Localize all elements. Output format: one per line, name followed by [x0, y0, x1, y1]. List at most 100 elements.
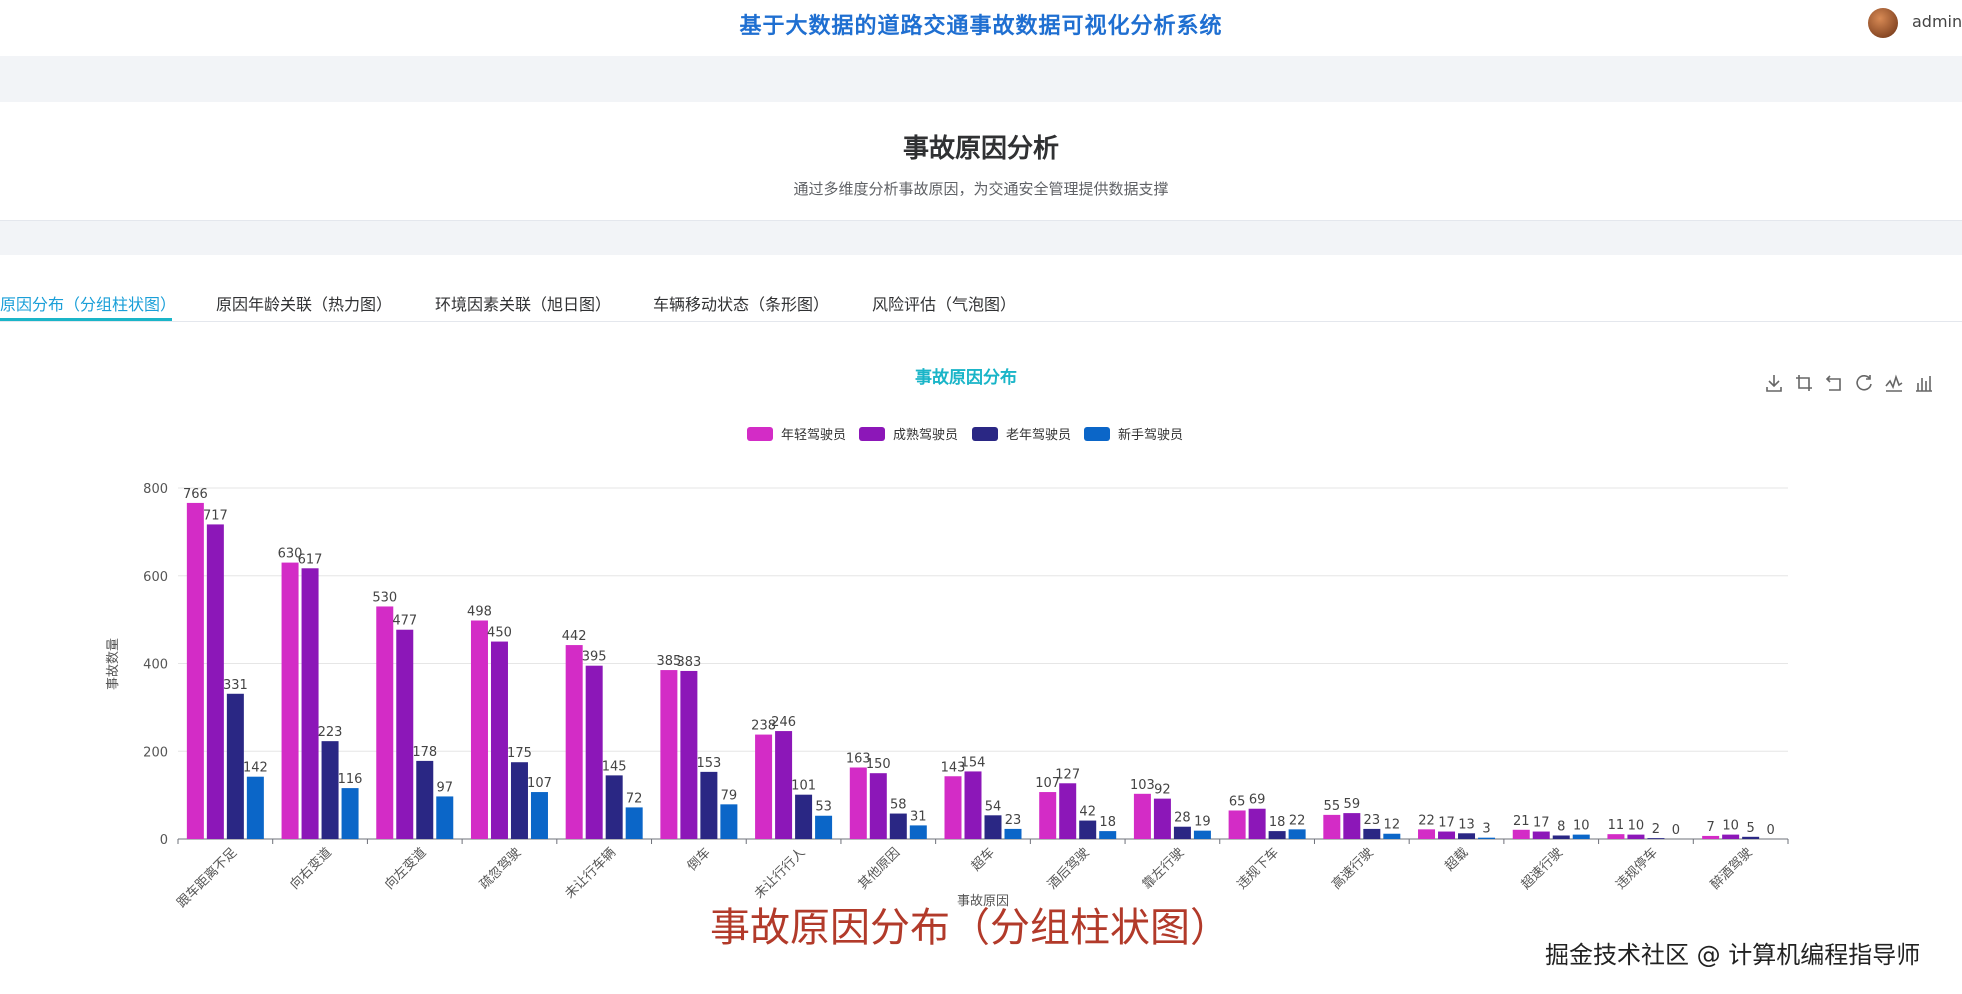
data-label: 145	[602, 759, 627, 774]
data-label: 22	[1418, 813, 1435, 828]
bar	[625, 807, 643, 839]
bar	[301, 568, 319, 839]
bar	[376, 606, 394, 839]
x-tick-label: 其他原因	[856, 845, 903, 892]
chart-title: 事故原因分布	[915, 367, 1017, 388]
grouped-bar-chart: 事故原因分布年轻驾驶员 成熟驾驶员 老年驾驶员 新手驾驶员0200400600800事…	[106, 367, 1789, 911]
legend-swatch	[1084, 427, 1110, 441]
data-label: 395	[582, 650, 607, 665]
data-label: 18	[1099, 815, 1116, 830]
bar	[660, 670, 678, 839]
bar	[680, 670, 698, 839]
data-label: 72	[626, 791, 643, 806]
data-label: 175	[507, 746, 532, 761]
bar	[1193, 830, 1211, 839]
bar	[944, 776, 962, 839]
data-label: 21	[1513, 814, 1530, 829]
bar	[1383, 833, 1401, 839]
data-label: 717	[203, 508, 228, 523]
bar	[1478, 837, 1496, 839]
legend-label: 成熟驾驶员	[893, 427, 958, 443]
spacer-band	[0, 56, 1962, 102]
x-tick-label: 未让行行人	[752, 845, 809, 902]
data-label: 28	[1174, 811, 1191, 826]
tab-cause-distribution[interactable]: 原因分布（分组柱状图）	[0, 291, 176, 315]
data-label: 10	[1722, 819, 1739, 834]
x-tick-label: 超车	[968, 845, 998, 875]
bar	[1458, 833, 1476, 839]
data-label: 53	[815, 800, 832, 815]
bar	[815, 815, 833, 839]
legend-swatch	[972, 427, 998, 441]
bar	[226, 693, 244, 839]
bar	[1627, 834, 1645, 839]
data-label: 0	[1672, 823, 1680, 838]
data-label: 766	[183, 487, 208, 502]
data-label: 42	[1079, 805, 1096, 820]
data-label: 23	[1005, 813, 1022, 828]
data-label: 246	[771, 715, 796, 730]
bar	[1607, 834, 1625, 839]
data-label: 107	[527, 776, 552, 791]
tab-risk-assessment[interactable]: 风险评估（气泡图）	[872, 291, 1016, 315]
data-label: 92	[1154, 783, 1171, 798]
data-label: 223	[318, 725, 343, 740]
line-switch-icon[interactable]	[1883, 372, 1905, 394]
legend-swatch	[747, 427, 773, 441]
data-label: 617	[298, 552, 323, 567]
bar	[436, 796, 454, 839]
zoom-icon[interactable]	[1793, 372, 1815, 394]
bar	[1079, 820, 1097, 839]
bar	[720, 804, 738, 839]
zoom-reset-icon[interactable]	[1823, 372, 1845, 394]
bar	[1438, 831, 1456, 839]
download-icon[interactable]	[1763, 372, 1785, 394]
bar	[416, 760, 434, 839]
x-tick-label: 倒车	[684, 845, 714, 875]
tab-bar: 原因分布（分组柱状图） 原因年龄关联（热力图） 环境因素关联（旭日图） 车辆移动…	[0, 255, 1962, 323]
system-title: 基于大数据的道路交通事故数据可视化分析系统	[739, 14, 1223, 39]
y-tick-label: 0	[160, 833, 168, 848]
tab-vehicle-movement[interactable]: 车辆移动状态（条形图）	[653, 291, 829, 315]
restore-icon[interactable]	[1853, 372, 1875, 394]
bar	[1099, 831, 1117, 839]
bar	[246, 776, 264, 839]
x-tick-label: 超载	[1442, 845, 1471, 874]
data-label: 10	[1573, 819, 1590, 834]
bar	[1288, 829, 1306, 839]
data-label: 383	[676, 655, 701, 670]
tab-cause-age[interactable]: 原因年龄关联（热力图）	[216, 291, 392, 315]
bar	[1004, 828, 1022, 839]
data-label: 17	[1438, 816, 1455, 831]
y-tick-label: 400	[143, 658, 168, 673]
data-label: 58	[890, 798, 907, 813]
bar	[341, 788, 359, 839]
bar	[530, 792, 548, 839]
bar	[321, 741, 339, 839]
bar-switch-icon[interactable]	[1913, 372, 1935, 394]
tab-environment[interactable]: 环境因素关联（旭日图）	[435, 291, 611, 315]
legend-label: 新手驾驶员	[1118, 427, 1183, 443]
data-label: 69	[1249, 793, 1266, 808]
avatar[interactable]	[1868, 8, 1898, 38]
bar	[1512, 829, 1530, 839]
bar	[1173, 826, 1191, 839]
username[interactable]: admin	[1912, 12, 1962, 31]
data-label: 442	[562, 629, 587, 644]
x-tick-label: 向左变道	[381, 845, 429, 893]
bar	[795, 794, 813, 839]
data-label: 23	[1364, 813, 1381, 828]
bar	[396, 629, 414, 839]
data-label: 19	[1194, 815, 1211, 830]
data-label: 101	[791, 779, 816, 794]
bar	[1059, 783, 1077, 839]
data-label: 13	[1458, 817, 1475, 832]
y-tick-label: 200	[143, 745, 168, 760]
page-subtitle: 通过多维度分析事故原因，为交通安全管理提供数据支撑	[793, 180, 1169, 198]
data-label: 178	[412, 745, 437, 760]
x-tick-label: 向右变道	[287, 845, 335, 893]
y-tick-label: 800	[143, 482, 168, 497]
data-label: 116	[338, 772, 363, 787]
bar	[1363, 828, 1381, 839]
bar	[1742, 836, 1760, 839]
